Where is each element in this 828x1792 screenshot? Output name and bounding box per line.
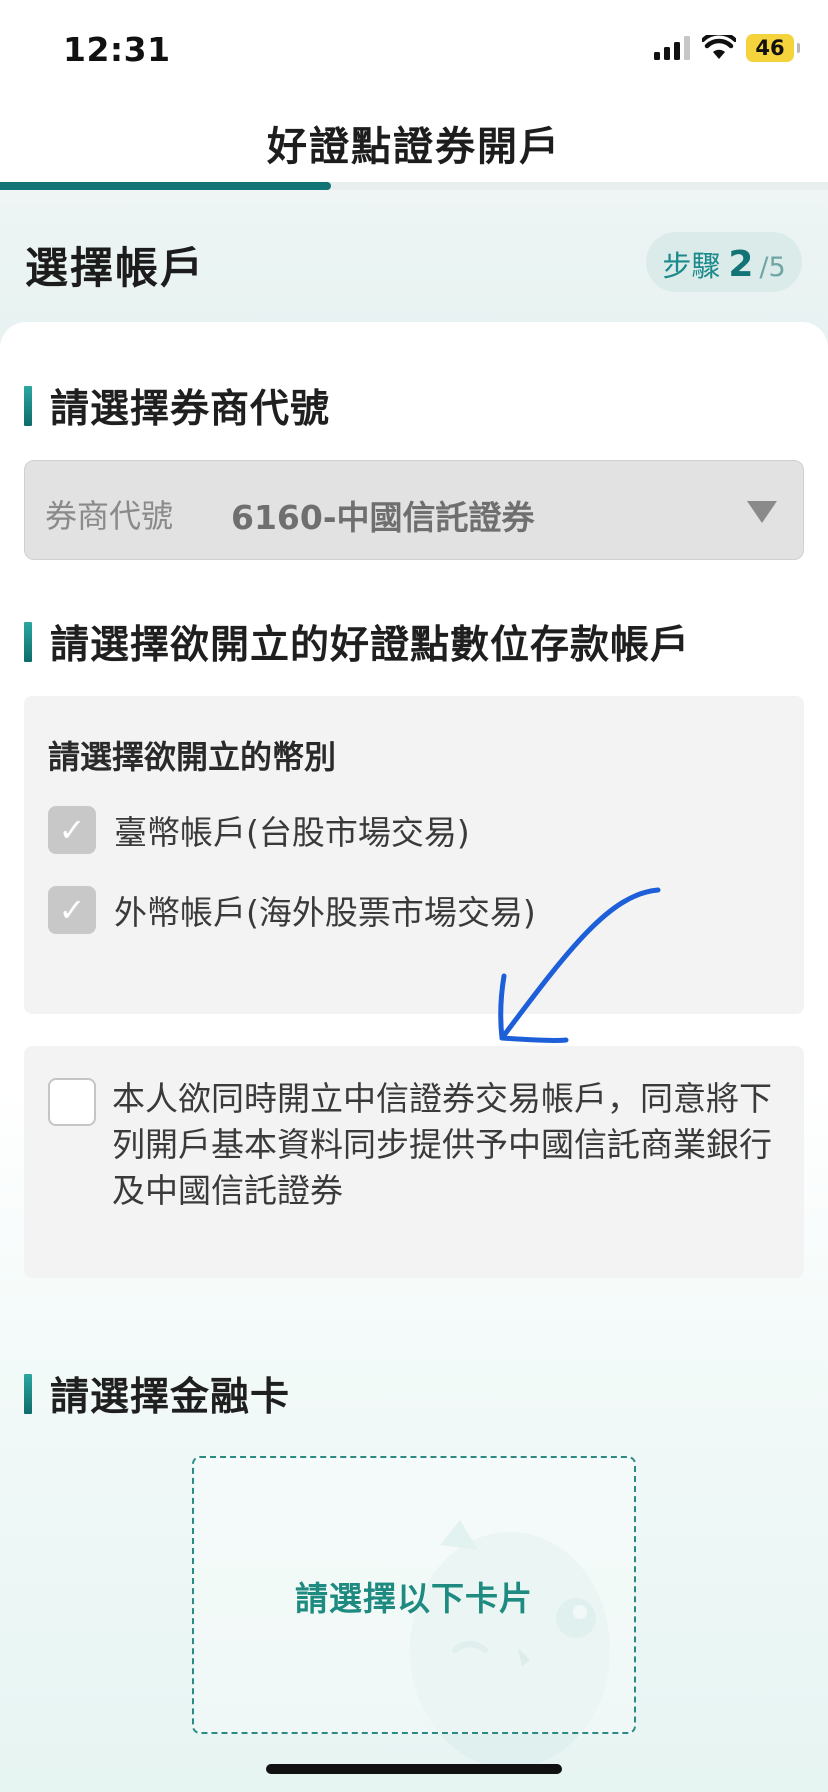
progress-bar bbox=[0, 182, 828, 190]
section-accent-bar bbox=[24, 386, 32, 426]
page-title: 選擇帳戶 bbox=[25, 244, 205, 294]
account-section-label: 請選擇欲開立的好證點數位存款帳戶 bbox=[50, 623, 691, 668]
nav-title: 好證點證券開戶 bbox=[267, 124, 561, 170]
progress-fill bbox=[0, 182, 332, 190]
broker-code-label: 券商代號 bbox=[45, 497, 174, 535]
option-foreign-account[interactable]: ✓ 外幣帳戶(海外股票市場交易) bbox=[48, 886, 536, 934]
select-card-box[interactable]: 請選擇以下卡片 bbox=[192, 1456, 636, 1734]
broker-section-title: 請選擇券商代號 bbox=[24, 378, 330, 434]
status-time: 12:31 bbox=[63, 30, 171, 69]
select-card-prompt: 請選擇以下卡片 bbox=[295, 1579, 533, 1618]
account-section-title: 請選擇欲開立的好證點數位存款帳戶 bbox=[24, 614, 690, 670]
card-section-label: 請選擇金融卡 bbox=[50, 1375, 291, 1420]
status-bar: 12:31 46 bbox=[0, 0, 828, 96]
broker-code-value: 6160-中國信託證券 bbox=[231, 498, 535, 537]
broker-code-select[interactable]: 券商代號 6160-中國信託證券 bbox=[24, 460, 804, 560]
consent-text: 本人欲同時開立中信證券交易帳戶，同意將下列開戶基本資料同步提供予中國信託商業銀行… bbox=[112, 1079, 772, 1210]
card-section-title: 請選擇金融卡 bbox=[24, 1366, 290, 1422]
checkbox-checked-icon[interactable]: ✓ bbox=[48, 806, 96, 854]
home-indicator[interactable] bbox=[266, 1764, 562, 1774]
step-label: 步驟 bbox=[662, 249, 721, 283]
option-foreign-label: 外幣帳戶(海外股票市場交易) bbox=[114, 893, 536, 932]
currency-heading: 請選擇欲開立的幣別 bbox=[48, 738, 337, 776]
status-icons: 46 bbox=[654, 34, 800, 62]
dropdown-caret-icon bbox=[747, 501, 777, 523]
signal-icon bbox=[654, 36, 690, 60]
consent-checkbox[interactable] bbox=[48, 1078, 96, 1126]
consent-panel: 本人欲同時開立中信證券交易帳戶，同意將下列開戶基本資料同步提供予中國信託商業銀行… bbox=[24, 1046, 804, 1278]
step-current: 2 bbox=[728, 244, 754, 285]
broker-section-label: 請選擇券商代號 bbox=[50, 387, 331, 432]
nav-bar: 好證點證券開戶 bbox=[0, 96, 828, 184]
currency-panel: 請選擇欲開立的幣別 ✓ 臺幣帳戶(台股市場交易) ✓ 外幣帳戶(海外股票市場交易… bbox=[24, 696, 804, 1014]
step-total: /5 bbox=[759, 252, 786, 283]
option-twd-account[interactable]: ✓ 臺幣帳戶(台股市場交易) bbox=[48, 806, 470, 854]
step-indicator: 步驟 2 /5 bbox=[646, 232, 802, 292]
section-accent-bar bbox=[24, 622, 32, 662]
checkbox-checked-icon[interactable]: ✓ bbox=[48, 886, 96, 934]
wifi-icon bbox=[702, 35, 736, 59]
battery-icon: 46 bbox=[746, 34, 800, 62]
option-twd-label: 臺幣帳戶(台股市場交易) bbox=[114, 813, 470, 852]
annotation-arrow-icon bbox=[498, 887, 661, 1043]
section-accent-bar bbox=[24, 1374, 32, 1414]
